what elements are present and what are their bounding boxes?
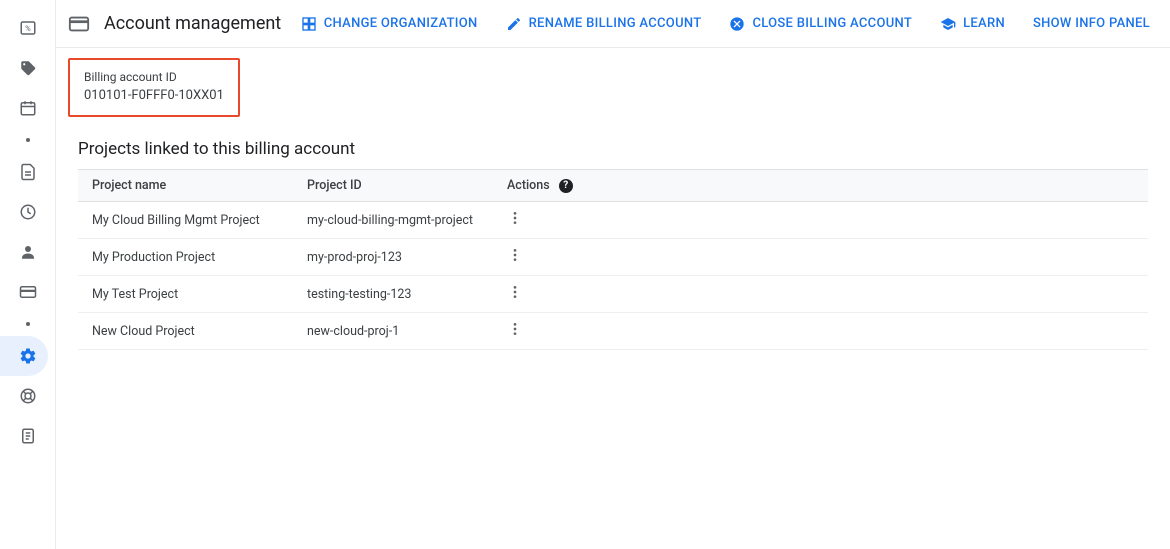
table-row: My Test Project testing-testing-123: [78, 276, 1148, 313]
close-billing-label: CLOSE BILLING ACCOUNT: [752, 16, 912, 31]
change-organization-button[interactable]: CHANGE ORGANIZATION: [301, 16, 478, 32]
pencil-icon: [506, 16, 522, 32]
sidebar-item-payment[interactable]: [0, 272, 48, 312]
project-name-cell: My Test Project: [78, 276, 293, 313]
project-id-cell: testing-testing-123: [293, 276, 493, 313]
clock-icon: [19, 203, 37, 221]
main: Account management CHANGE ORGANIZATION R…: [56, 0, 1170, 549]
row-actions-menu[interactable]: [507, 247, 523, 263]
dot-icon: [26, 138, 30, 142]
project-id-cell: new-cloud-proj-1: [293, 313, 493, 350]
sidebar-separator: [0, 312, 48, 336]
lifesaver-icon: [19, 387, 37, 405]
svg-text:%: %: [25, 24, 31, 33]
projects-section-title: Projects linked to this billing account: [78, 139, 1148, 159]
project-name-cell: My Cloud Billing Mgmt Project: [78, 202, 293, 239]
billing-account-id-label: Billing account ID: [84, 70, 224, 84]
row-actions-menu[interactable]: [507, 321, 523, 337]
gear-icon: [19, 347, 37, 365]
document-icon: [19, 163, 37, 181]
doclist-icon: [19, 427, 37, 445]
page-title: Account management: [104, 13, 281, 34]
col-actions: Actions ?: [493, 170, 1148, 202]
sidebar: %: [0, 0, 56, 549]
sidebar-item-overview[interactable]: %: [0, 8, 48, 48]
table-row: My Production Project my-prod-proj-123: [78, 239, 1148, 276]
change-organization-label: CHANGE ORGANIZATION: [324, 16, 478, 31]
col-actions-label: Actions: [507, 178, 550, 193]
tag-icon: [19, 59, 37, 77]
project-id-cell: my-cloud-billing-mgmt-project: [293, 202, 493, 239]
table-header-row: Project name Project ID Actions ?: [78, 170, 1148, 202]
rename-billing-button[interactable]: RENAME BILLING ACCOUNT: [506, 16, 702, 32]
sidebar-item-support[interactable]: [0, 376, 48, 416]
sidebar-item-history[interactable]: [0, 192, 48, 232]
show-info-panel-button[interactable]: SHOW INFO PANEL: [1033, 16, 1150, 31]
sidebar-separator: [0, 128, 48, 152]
learn-label: LEARN: [963, 16, 1005, 31]
table-row: New Cloud Project new-cloud-proj-1: [78, 313, 1148, 350]
project-id-cell: my-prod-proj-123: [293, 239, 493, 276]
rename-billing-label: RENAME BILLING ACCOUNT: [529, 16, 702, 31]
dot-icon: [26, 322, 30, 326]
percent-icon: %: [19, 19, 37, 37]
sidebar-item-docs[interactable]: [0, 152, 48, 192]
sidebar-item-reports[interactable]: [0, 88, 48, 128]
billing-icon: [68, 13, 90, 35]
org-icon: [301, 16, 317, 32]
project-name-cell: New Cloud Project: [78, 313, 293, 350]
learn-button[interactable]: LEARN: [940, 16, 1005, 32]
sidebar-item-users[interactable]: [0, 232, 48, 272]
row-actions-menu[interactable]: [507, 284, 523, 300]
project-name-cell: My Production Project: [78, 239, 293, 276]
row-actions-menu[interactable]: [507, 210, 523, 226]
content: Billing account ID 010101-F0FFF0-10XX01 …: [56, 48, 1170, 350]
table-row: My Cloud Billing Mgmt Project my-cloud-b…: [78, 202, 1148, 239]
close-circle-icon: [729, 16, 745, 32]
person-icon: [19, 243, 37, 261]
billing-account-id-value: 010101-F0FFF0-10XX01: [84, 88, 224, 103]
card-icon: [19, 283, 37, 301]
billing-account-card: Billing account ID 010101-F0FFF0-10XX01: [68, 58, 240, 117]
sidebar-item-logs[interactable]: [0, 416, 48, 456]
calendar-icon: [19, 99, 37, 117]
projects-table: Project name Project ID Actions ? My Clo…: [78, 169, 1148, 350]
sidebar-item-pricing[interactable]: [0, 48, 48, 88]
col-project-id: Project ID: [293, 170, 493, 202]
help-icon[interactable]: ?: [559, 179, 573, 193]
col-project-name: Project name: [78, 170, 293, 202]
header: Account management CHANGE ORGANIZATION R…: [56, 0, 1170, 48]
close-billing-button[interactable]: CLOSE BILLING ACCOUNT: [729, 16, 912, 32]
header-actions: CHANGE ORGANIZATION RENAME BILLING ACCOU…: [301, 16, 1150, 32]
sidebar-item-settings[interactable]: [0, 336, 48, 376]
learn-icon: [940, 16, 956, 32]
